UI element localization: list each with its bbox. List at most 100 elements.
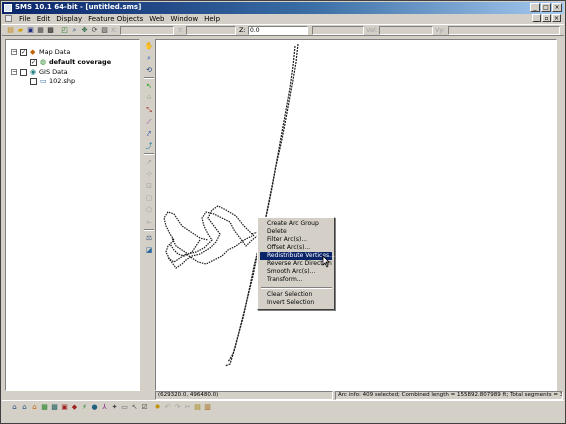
pan-icon[interactable]: ✥ — [80, 26, 89, 35]
select-icon[interactable]: ▧ — [100, 26, 109, 35]
create-feature-point-icon[interactable]: ⁘ — [144, 93, 154, 103]
toolbox-separator — [144, 77, 154, 79]
maximize-button[interactable]: □ — [541, 3, 551, 12]
selected-arc-meander-4 — [169, 239, 201, 257]
collapse-icon[interactable]: − — [11, 69, 17, 75]
vel-label: Vel: — [366, 26, 378, 34]
collapse-icon[interactable]: − — [11, 49, 17, 55]
tree-scroll-area — [2, 391, 152, 399]
document-icon[interactable] — [5, 15, 12, 22]
delete-icon[interactable]: ▩ — [46, 26, 55, 35]
tree-label-map-data: Map Data — [39, 48, 71, 56]
link-icon[interactable]: ✦ — [110, 403, 119, 412]
menu-item-offset-arcs[interactable]: Offset Arc(s)... — [260, 244, 332, 252]
frame-icon[interactable]: ◰ — [60, 26, 69, 35]
menu-item-invert-selection[interactable]: Invert Selection — [260, 299, 332, 307]
raster-icon[interactable]: ⚡ — [80, 403, 89, 412]
selected-arc-meander-1 — [163, 205, 255, 269]
rectangle-select-icon: ▢ — [145, 194, 153, 202]
select-vertex-icon[interactable]: ⤡ — [144, 105, 154, 115]
menu-item-smooth-arcs[interactable]: Smooth Arc(s)... — [260, 268, 332, 276]
select-arc-icon[interactable]: ⤤ — [144, 129, 154, 139]
vy-field — [448, 26, 560, 35]
menu-item-filter-arcs[interactable]: Filter Arc(s)... — [260, 236, 332, 244]
menu-edit[interactable]: Edit — [34, 14, 54, 24]
select-arc-group-icon: ⊡ — [146, 182, 152, 190]
status-bar: (629320.0, 496480.0) Arc info: 409 selec… — [155, 391, 563, 400]
ugrid-icon[interactable]: ▭ — [120, 403, 129, 412]
save-icon[interactable]: ▣ — [26, 26, 35, 35]
toolbox-separator — [144, 153, 154, 155]
globe-icon[interactable]: ● — [90, 403, 99, 412]
gis-data-checkbox[interactable] — [20, 69, 27, 76]
print-icon[interactable]: ▦ — [36, 26, 45, 35]
scalar-field — [312, 26, 364, 35]
check-icon[interactable]: ☑ — [140, 403, 149, 412]
get-online-maps-icon[interactable]: ◪ — [144, 245, 154, 255]
x-label: X: — [111, 26, 118, 34]
quadtree-icon[interactable]: ◆ — [70, 403, 79, 412]
help-icon[interactable]: ▥ — [203, 403, 212, 412]
polygon-select-icon: ⬠ — [145, 206, 153, 214]
create-polygon-icon: ⊹ — [146, 170, 152, 178]
light-icon[interactable]: ✹ — [153, 403, 162, 412]
window-title: SMS 10.1 64-bit - [untitled.sms] — [15, 3, 142, 11]
close-button[interactable]: × — [552, 3, 562, 12]
gis-module-icon[interactable]: ▩ — [50, 403, 59, 412]
paste-icon[interactable]: ▤ — [193, 403, 202, 412]
menu-window[interactable]: Window — [167, 14, 201, 24]
selected-arc-meander-3 — [167, 235, 253, 265]
menu-item-delete[interactable]: Delete — [260, 228, 332, 236]
menu-help[interactable]: Help — [201, 14, 223, 24]
map-data-checkbox[interactable]: ✓ — [20, 49, 27, 56]
graphics-window[interactable] — [155, 39, 557, 391]
create-arc-icon[interactable]: ⟋ — [144, 117, 154, 127]
sms-app-icon[interactable] — [4, 4, 12, 12]
map-data-icon: ◆ — [30, 48, 36, 56]
menu-separator — [261, 287, 332, 289]
cursor-arrow-icon[interactable]: ↖ — [130, 403, 139, 412]
menu-bar: File Edit Display Feature Objects Web Wi… — [2, 14, 564, 24]
tree-item-shapefile[interactable]: ▭ 102.shp — [6, 77, 136, 86]
arc-display[interactable] — [156, 40, 557, 391]
menu-item-create-arc-group[interactable]: Create Arc Group — [260, 220, 332, 228]
tree-icon[interactable]: ⅄ — [100, 403, 109, 412]
zoom-icon[interactable]: ⌕ — [70, 26, 79, 35]
open-folder-icon[interactable]: ▰ — [16, 26, 25, 35]
create-arc-group-icon[interactable]: ⤴ — [144, 141, 154, 151]
display-options-icon[interactable]: ⚖ — [144, 233, 154, 243]
menu-feature-objects[interactable]: Feature Objects — [85, 14, 146, 24]
project-explorer: − ✓ ◆ Map Data ✓ ◍ default coverage − ◉ … — [5, 39, 140, 391]
select-feature-point-icon[interactable]: ↖ — [144, 81, 154, 91]
default-coverage-checkbox[interactable]: ✓ — [30, 59, 37, 66]
particle-module-icon[interactable]: ▣ — [60, 403, 69, 412]
title-bar[interactable]: SMS 10.1 64-bit - [untitled.sms] _ □ × — [2, 2, 564, 14]
new-file-icon[interactable]: ▤ — [6, 26, 15, 35]
doc-close-button[interactable]: × — [552, 14, 561, 22]
tree-item-default-coverage[interactable]: ✓ ◍ default coverage — [6, 58, 136, 67]
minimize-button[interactable]: _ — [530, 3, 540, 12]
map-module-icon[interactable]: ⌂ — [30, 403, 39, 412]
cartesian-grid-icon[interactable]: ▦ — [40, 403, 49, 412]
cut-icon: ✂ — [184, 403, 191, 411]
scatter-module-icon[interactable]: ⌂ — [20, 403, 29, 412]
z-coord-field[interactable]: 0.0 — [248, 26, 308, 35]
coverage-icon: ◍ — [40, 58, 47, 66]
rotate-icon[interactable]: ⟳ — [90, 26, 99, 35]
tree-item-gis-data[interactable]: − ◉ GIS Data — [6, 68, 136, 77]
menu-item-clear-selection[interactable]: Clear Selection — [260, 291, 332, 299]
tree-item-map-data[interactable]: − ✓ ◆ Map Data — [6, 48, 136, 57]
shapefile-checkbox[interactable] — [30, 78, 37, 85]
menu-display[interactable]: Display — [53, 14, 85, 24]
cursor-coordinates: (629320.0, 496480.0) — [155, 391, 333, 400]
doc-restore-button[interactable]: ▫ — [542, 14, 551, 22]
menu-item-transform[interactable]: Transform... — [260, 276, 332, 284]
rotate-tool-icon[interactable]: ⟲ — [144, 65, 154, 75]
menu-file[interactable]: File — [16, 14, 34, 24]
pan-tool-icon[interactable]: ✋ — [144, 41, 154, 51]
doc-minimize-button[interactable]: _ — [532, 14, 541, 22]
mesh-module-icon[interactable]: ⌂ — [10, 403, 19, 412]
zoom-tool-icon[interactable]: ⌕ — [144, 53, 154, 63]
selected-arc-meander-2 — [171, 211, 261, 255]
menu-web[interactable]: Web — [146, 14, 167, 24]
